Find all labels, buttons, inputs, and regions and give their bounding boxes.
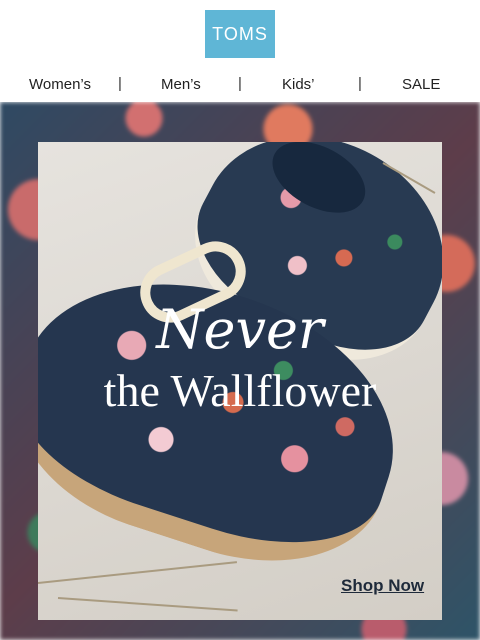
nav-item-mens[interactable]: Men’s — [161, 76, 201, 93]
hero-banner[interactable]: Never the Wallflower Shop Now — [0, 102, 480, 640]
logo-text: TOMS — [212, 23, 268, 44]
nav-item-kids[interactable]: Kids’ — [282, 76, 315, 93]
headline-never: Never — [156, 298, 324, 361]
nav-separator: | — [118, 75, 122, 92]
toms-logo[interactable]: TOMS — [205, 10, 275, 58]
dried-flower-sprig — [38, 561, 238, 584]
dried-flower-sprig — [57, 597, 238, 612]
header: TOMS — [0, 0, 480, 70]
shoe-opening — [260, 142, 378, 228]
headline-the-wallflower: the Wallflower — [103, 365, 377, 416]
nav-item-womens[interactable]: Women’s — [29, 76, 91, 93]
nav-item-sale[interactable]: SALE — [402, 76, 440, 93]
main-nav: Women’s | Men’s | Kids’ | SALE — [0, 70, 480, 102]
shop-now-link[interactable]: Shop Now — [341, 576, 424, 596]
nav-separator: | — [238, 75, 242, 92]
nav-separator: | — [358, 75, 362, 92]
